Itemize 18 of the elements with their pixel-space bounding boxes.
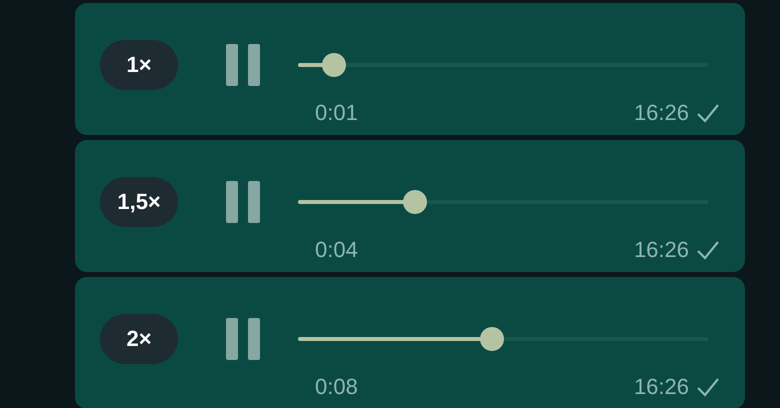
speed-button[interactable]: 1,5× <box>100 177 178 227</box>
message-time: 16:26 <box>634 100 689 126</box>
pause-button[interactable] <box>226 44 260 86</box>
speed-button[interactable]: 1× <box>100 40 178 90</box>
check-icon <box>696 103 720 123</box>
message-time: 16:26 <box>634 237 689 263</box>
slider-handle[interactable] <box>402 190 427 214</box>
message-time: 16:26 <box>634 374 689 400</box>
slider-handle[interactable] <box>322 53 346 77</box>
slider-handle[interactable] <box>480 327 504 351</box>
elapsed-time: 0:01 <box>315 100 358 126</box>
elapsed-time: 0:08 <box>315 374 358 400</box>
check-icon <box>696 377 720 397</box>
pause-button[interactable] <box>226 318 260 360</box>
pause-button[interactable] <box>226 181 260 223</box>
elapsed-time: 0:04 <box>315 237 358 263</box>
check-icon <box>696 240 720 260</box>
speed-button[interactable]: 2× <box>100 314 178 364</box>
